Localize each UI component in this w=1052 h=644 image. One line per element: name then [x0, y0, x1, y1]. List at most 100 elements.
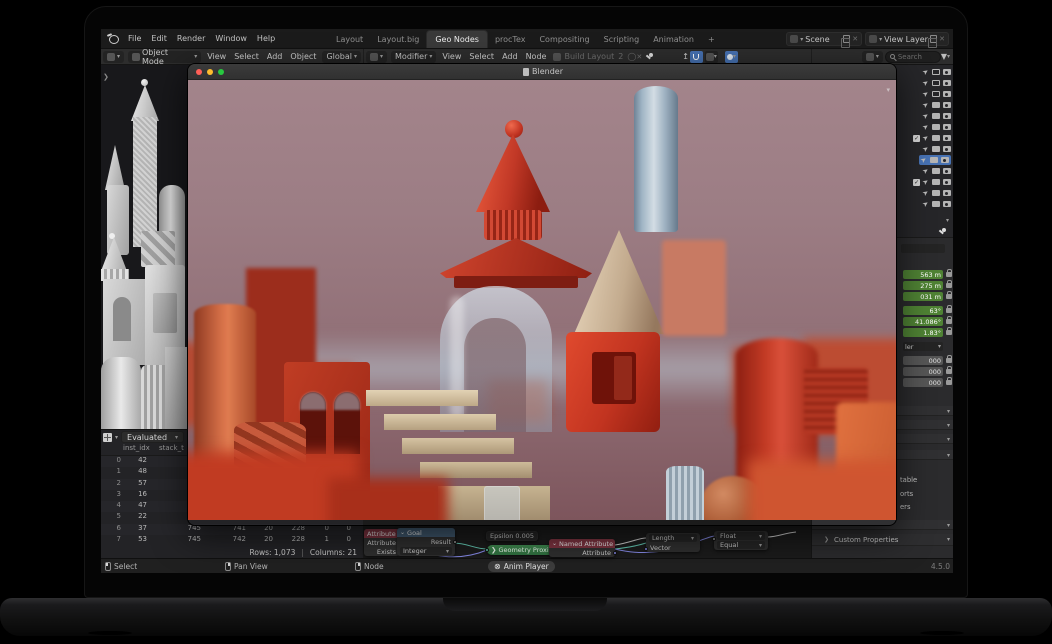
- operation-dropdown[interactable]: Equal▾: [717, 541, 765, 549]
- disable-render-icon[interactable]: [943, 146, 951, 152]
- hide-viewport-icon[interactable]: [932, 168, 940, 174]
- new-layer-icon[interactable]: [930, 35, 937, 43]
- lock-icon[interactable]: [946, 358, 952, 363]
- hide-viewport-icon[interactable]: [930, 157, 938, 163]
- ne-menu-node[interactable]: Node: [522, 52, 551, 61]
- blender-logo-icon[interactable]: [107, 33, 119, 45]
- hide-viewport-icon[interactable]: [932, 201, 940, 207]
- selectable-icon[interactable]: ➤: [922, 166, 931, 175]
- ne-menu-view[interactable]: View: [438, 52, 465, 61]
- render-view[interactable]: ▾ 90: [188, 80, 897, 520]
- editor-type-button[interactable]: ▾: [366, 51, 387, 63]
- menu-render[interactable]: Render: [172, 34, 210, 43]
- selectable-icon[interactable]: ➤: [922, 177, 931, 186]
- hide-viewport-icon[interactable]: [932, 190, 940, 196]
- unlink-icon[interactable]: ✕: [636, 53, 642, 61]
- type-dropdown[interactable]: Float▾: [717, 532, 765, 540]
- close-icon[interactable]: ✕: [939, 35, 945, 43]
- outliner-row[interactable]: ✓➤: [913, 177, 951, 187]
- tab-add-workspace[interactable]: +: [701, 32, 722, 47]
- input-socket[interactable]: [712, 537, 716, 541]
- column-stack-t[interactable]: stack_t: [159, 444, 184, 452]
- user-count[interactable]: 2: [618, 52, 623, 61]
- scene-selector[interactable]: ▾ Scene ✕: [786, 32, 862, 46]
- menu-edit[interactable]: Edit: [146, 34, 172, 43]
- snap-with-dropdown[interactable]: ▾: [705, 51, 718, 63]
- vp-menu-add[interactable]: Add: [263, 52, 287, 61]
- vp-menu-view[interactable]: View: [203, 52, 230, 61]
- viewport-3d[interactable]: ❯: [101, 65, 191, 429]
- chevron-down-icon[interactable]: ▾: [946, 217, 949, 224]
- disable-render-icon[interactable]: [943, 168, 951, 174]
- region-toggle-icon[interactable]: ❯: [103, 73, 109, 81]
- disable-render-icon[interactable]: [943, 124, 951, 130]
- stop-icon[interactable]: ⊗: [494, 563, 501, 571]
- zoom-button[interactable]: [218, 69, 224, 75]
- outliner-row-selected[interactable]: ➤: [919, 155, 951, 165]
- outliner-row[interactable]: ✓➤: [913, 133, 951, 143]
- collapse-icon[interactable]: ⌄: [400, 529, 405, 536]
- disable-render-icon[interactable]: [943, 69, 951, 75]
- tab-layout-big[interactable]: Layout.big: [370, 32, 426, 47]
- rotation-mode-dropdown[interactable]: ler▾: [903, 342, 943, 351]
- object-name-field[interactable]: [901, 244, 945, 253]
- menu-window[interactable]: Window: [210, 34, 252, 43]
- disable-render-icon[interactable]: [943, 201, 951, 207]
- menu-file[interactable]: File: [123, 34, 146, 43]
- minimize-button[interactable]: [207, 69, 213, 75]
- orientation-dropdown[interactable]: Global▾: [322, 51, 361, 63]
- node-named-attribute-a[interactable]: Attribute Attribute Exists: [364, 529, 400, 556]
- view-layer-name[interactable]: View Layer: [884, 35, 928, 44]
- lock-icon[interactable]: [946, 330, 952, 335]
- rotation-x-field[interactable]: 63°: [903, 306, 943, 315]
- table-row[interactable]: 7537457422022810: [101, 535, 363, 546]
- selectable-icon[interactable]: ➤: [922, 188, 931, 197]
- selectable-icon[interactable]: ➤: [922, 78, 931, 87]
- output-socket[interactable]: [453, 540, 457, 544]
- scale-x-field[interactable]: 000: [903, 356, 943, 365]
- outliner-row[interactable]: ➤: [923, 144, 951, 154]
- pin-icon[interactable]: [938, 228, 946, 236]
- checkbox[interactable]: ✓: [913, 135, 920, 142]
- location-z-field[interactable]: 031 m: [903, 292, 943, 301]
- outliner-row[interactable]: ➤: [923, 199, 951, 209]
- selectable-icon[interactable]: ➤: [920, 155, 929, 164]
- checkbox[interactable]: ✓: [913, 179, 920, 186]
- view-layer-selector[interactable]: ▾ View Layer ✕: [865, 32, 949, 46]
- disable-render-icon[interactable]: [943, 113, 951, 119]
- selectable-icon[interactable]: ➤: [922, 144, 931, 153]
- node-tree-name[interactable]: Build Layout: [564, 52, 614, 61]
- outliner-row[interactable]: ➤: [923, 188, 951, 198]
- snap-toggle[interactable]: [690, 51, 703, 63]
- disable-render-icon[interactable]: [943, 91, 951, 97]
- node-goal-group[interactable]: ⌄Goal Result Integer▾: [397, 528, 455, 556]
- node-mode-dropdown[interactable]: Modifier▾: [391, 51, 436, 63]
- selectable-icon[interactable]: ➤: [922, 199, 931, 208]
- lock-icon[interactable]: [946, 308, 952, 313]
- node-named-attribute-b[interactable]: ⌄Named Attribute Attribute: [549, 539, 615, 557]
- hide-viewport-icon[interactable]: [932, 113, 940, 119]
- display-mode-dropdown[interactable]: ▾: [862, 51, 883, 63]
- dataset-dropdown[interactable]: Evaluated ▾: [121, 431, 184, 443]
- tab-layout[interactable]: Layout: [329, 32, 370, 47]
- selectable-icon[interactable]: ➤: [922, 122, 931, 131]
- ne-menu-select[interactable]: Select: [465, 52, 498, 61]
- integer-dropdown[interactable]: Integer▾: [400, 547, 452, 555]
- tab-geo-nodes[interactable]: Geo Nodes: [426, 30, 488, 48]
- outliner-row[interactable]: ➤: [923, 67, 951, 77]
- outliner-search[interactable]: Search: [885, 51, 941, 63]
- column-inst-idx[interactable]: inst_idx: [123, 444, 150, 452]
- hide-viewport-icon[interactable]: [932, 146, 940, 152]
- outliner-row[interactable]: ➤: [923, 78, 951, 88]
- chevron-down-icon[interactable]: ▾: [886, 86, 890, 94]
- disable-render-icon[interactable]: [943, 179, 951, 185]
- lock-icon[interactable]: [946, 369, 952, 374]
- collapse-icon[interactable]: ⌄: [552, 540, 557, 547]
- lock-icon[interactable]: [946, 294, 952, 299]
- scene-name[interactable]: Scene: [805, 35, 841, 44]
- scale-z-field[interactable]: 000: [903, 378, 943, 387]
- lock-icon[interactable]: [946, 319, 952, 324]
- hide-viewport-icon[interactable]: [932, 80, 940, 86]
- outliner-row[interactable]: ➤: [923, 122, 951, 132]
- scale-y-field[interactable]: 000: [903, 367, 943, 376]
